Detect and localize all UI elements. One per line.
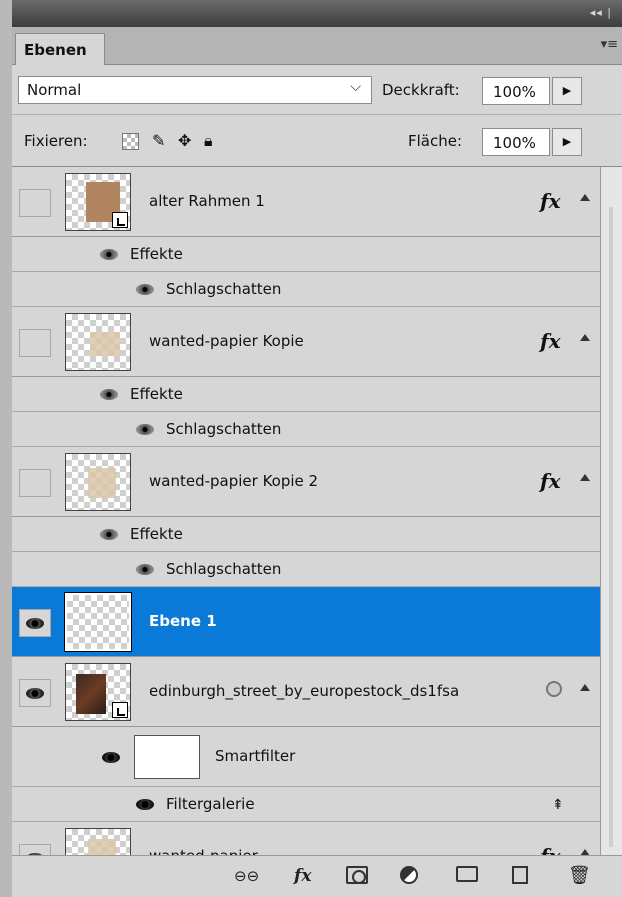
effects-row[interactable]: Effekte [12, 237, 600, 272]
layer-thumbnail [64, 592, 132, 652]
eye-icon[interactable] [136, 424, 154, 435]
fx-icon[interactable]: fx [540, 844, 561, 855]
smartfilter-mask-thumbnail[interactable] [134, 735, 200, 779]
effect-label: Schlagschatten [166, 560, 282, 578]
layer-row[interactable]: wanted-papier Kopie fx [12, 307, 600, 377]
tab-row: Ebenen ▾≡ [12, 27, 622, 65]
layer-name[interactable]: wanted-papier Kopie 2 [149, 472, 318, 490]
smart-filter-icon[interactable] [546, 681, 562, 697]
layers-panel: Ebenen ▾≡ Normal ⌵ Deckkraft: 100% ▶ Fix… [12, 27, 622, 897]
effect-row[interactable]: Schlagschatten [12, 552, 600, 587]
layer-thumbnail [65, 663, 131, 721]
blend-mode-value: Normal [27, 81, 82, 99]
effects-label: Effekte [130, 245, 183, 263]
layer-name[interactable]: wanted-papier Kopie [149, 332, 304, 350]
blend-row: Normal ⌵ Deckkraft: 100% ▶ [12, 65, 622, 115]
layer-list-scrollbar[interactable] [600, 167, 622, 855]
smartfilter-label: Smartfilter [215, 747, 296, 765]
visibility-toggle[interactable] [19, 329, 51, 357]
new-layer-icon[interactable] [512, 866, 528, 884]
add-layer-style-fx-icon[interactable]: fx [294, 866, 311, 886]
layer-thumbnail [65, 828, 131, 855]
collapse-effects-icon[interactable] [580, 194, 590, 201]
layer-thumbnail [65, 173, 131, 231]
effects-row[interactable]: Effekte [12, 517, 600, 552]
effects-row[interactable]: Effekte [12, 377, 600, 412]
chevron-down-icon: ⌵ [350, 79, 361, 95]
effects-label: Effekte [130, 525, 183, 543]
lock-all-padlock-icon[interactable]: 🔒︎ [204, 132, 213, 150]
effects-label: Effekte [130, 385, 183, 403]
fx-icon[interactable]: fx [540, 329, 561, 353]
collapse-effects-icon[interactable] [580, 474, 590, 481]
eye-icon[interactable] [136, 564, 154, 575]
visibility-toggle[interactable] [19, 609, 51, 637]
fx-icon[interactable]: fx [540, 469, 561, 493]
lock-position-move-icon[interactable]: ✥ [178, 132, 191, 150]
filter-options-icon[interactable]: ⇞ [552, 797, 564, 813]
opacity-slider-button[interactable]: ▶ [552, 77, 582, 105]
layer-row[interactable]: alter Rahmen 1 fx [12, 167, 600, 237]
eye-icon[interactable] [102, 752, 120, 763]
layer-list: alter Rahmen 1 fx Effekte Schlagschatten… [12, 167, 600, 855]
panel-menu-icon[interactable]: ▾≡ [601, 37, 618, 52]
lock-transparency-icon[interactable] [122, 133, 139, 150]
blend-mode-select[interactable]: Normal ⌵ [18, 76, 372, 104]
effect-label: Schlagschatten [166, 280, 282, 298]
fill-slider-button[interactable]: ▶ [552, 128, 582, 156]
layer-name[interactable]: edinburgh_street_by_europestock_ds1fsa [149, 682, 459, 700]
tab-layers[interactable]: Ebenen [15, 33, 105, 65]
smart-object-badge-icon [112, 212, 128, 228]
fill-label: Fläche: [408, 132, 463, 150]
layer-thumbnail [65, 453, 131, 511]
smart-object-badge-icon [112, 702, 128, 718]
layer-thumbnail [65, 313, 131, 371]
effect-row[interactable]: Schlagschatten [12, 272, 600, 307]
eye-icon[interactable] [100, 529, 118, 540]
panel-top-strip: ◂◂ | [12, 0, 622, 27]
layer-name[interactable]: wanted-papier [149, 847, 258, 855]
visibility-toggle[interactable] [19, 679, 51, 707]
visibility-toggle[interactable] [19, 469, 51, 497]
filter-label: Filtergalerie [166, 795, 255, 813]
new-group-folder-icon[interactable] [456, 866, 478, 882]
layer-row-selected[interactable]: Ebene 1 [12, 587, 600, 657]
effect-label: Schlagschatten [166, 420, 282, 438]
layer-row[interactable]: edinburgh_street_by_europestock_ds1fsa [12, 657, 600, 727]
layer-name[interactable]: Ebene 1 [149, 612, 217, 630]
filter-row[interactable]: Filtergalerie ⇞ [12, 787, 600, 822]
eye-icon[interactable] [136, 284, 154, 295]
bottom-toolbar: ⊖⊖ fx 🗑 [12, 855, 622, 897]
lock-label: Fixieren: [24, 132, 88, 150]
eye-icon[interactable] [100, 389, 118, 400]
effect-row[interactable]: Schlagschatten [12, 412, 600, 447]
collapse-effects-icon[interactable] [580, 334, 590, 341]
smartfilter-row[interactable]: Smartfilter [12, 727, 600, 787]
adjustment-layer-icon[interactable] [400, 866, 418, 884]
fx-icon[interactable]: fx [540, 189, 561, 213]
opacity-label: Deckkraft: [382, 81, 460, 99]
add-mask-icon[interactable] [346, 866, 368, 884]
lock-row: Fixieren: ✎ ✥ 🔒︎ Fläche: 100% ▶ [12, 115, 622, 167]
eye-icon[interactable] [100, 249, 118, 260]
visibility-toggle[interactable] [19, 189, 51, 217]
opacity-input[interactable]: 100% [482, 77, 550, 105]
layer-row[interactable]: wanted-papier Kopie 2 fx [12, 447, 600, 517]
delete-layer-trash-icon[interactable]: 🗑 [568, 866, 591, 886]
collapse-panel-icon[interactable]: ◂◂ | [590, 6, 612, 19]
visibility-toggle[interactable] [19, 844, 51, 855]
link-layers-icon[interactable]: ⊖⊖ [234, 866, 259, 886]
fill-input[interactable]: 100% [482, 128, 550, 156]
layer-name[interactable]: alter Rahmen 1 [149, 192, 265, 210]
layer-row[interactable]: wanted-papier fx [12, 822, 600, 855]
eye-icon[interactable] [136, 799, 154, 810]
collapse-filters-icon[interactable] [580, 684, 590, 691]
lock-image-brush-icon[interactable]: ✎ [152, 132, 165, 150]
